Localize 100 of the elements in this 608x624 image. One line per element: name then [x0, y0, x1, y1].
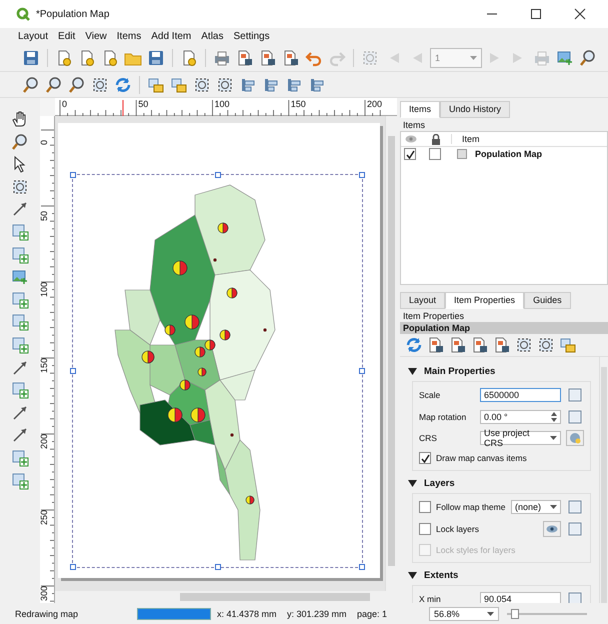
add-arrow-icon[interactable] — [11, 404, 29, 422]
resize-handle[interactable] — [214, 172, 220, 178]
panel-tab[interactable]: Guides — [524, 292, 571, 309]
data-defined-icon[interactable] — [566, 520, 584, 538]
export-icon[interactable] — [493, 336, 511, 354]
atlas-settings-icon[interactable] — [579, 48, 597, 66]
refresh-icon[interactable] — [405, 336, 423, 354]
export-atlas-icon[interactable] — [556, 48, 574, 66]
eye-icon — [546, 525, 558, 533]
lock-checkbox[interactable] — [429, 148, 441, 160]
group-icon[interactable] — [193, 76, 211, 94]
zoom-slider[interactable] — [507, 608, 587, 620]
checkbox[interactable] — [419, 523, 431, 535]
add-node-icon[interactable] — [11, 426, 29, 444]
theme-dropdown[interactable]: (none) — [511, 500, 561, 514]
zoom-full-icon[interactable] — [91, 76, 109, 94]
view-extent-icon[interactable] — [537, 336, 555, 354]
panel-tab[interactable]: Layout — [400, 292, 446, 309]
resize-handle[interactable] — [70, 172, 76, 178]
section-title[interactable]: Layers — [424, 478, 455, 488]
spin-box[interactable]: 0.00 ° — [480, 410, 561, 424]
zoom-out-icon[interactable] — [45, 76, 63, 94]
zoom-icon[interactable] — [11, 132, 29, 151]
resize-handle[interactable] — [70, 368, 76, 374]
section-title[interactable]: Extents — [424, 570, 458, 580]
slider-thumb[interactable] — [510, 608, 519, 618]
menu-item[interactable]: Items — [116, 30, 142, 42]
field-label: X min — [419, 594, 442, 603]
menu-item[interactable]: Layout — [18, 30, 48, 42]
save-as-template-icon[interactable] — [147, 48, 165, 66]
add-3d-map-icon[interactable] — [11, 246, 29, 264]
collapse-arrow-icon[interactable] — [408, 572, 417, 578]
checkbox-label[interactable]: Lock layers — [436, 524, 538, 534]
save-icon[interactable] — [22, 48, 40, 66]
globe-icon — [569, 432, 581, 444]
export-icon[interactable] — [427, 336, 445, 354]
data-defined-icon[interactable] — [566, 498, 584, 516]
item-name[interactable]: Population Map — [475, 149, 542, 159]
add-map-icon[interactable] — [11, 222, 29, 241]
printer-icon[interactable] — [213, 48, 231, 66]
menu-item[interactable]: Atlas — [201, 30, 224, 42]
zoom-in-icon[interactable] — [22, 76, 40, 94]
panel-tab[interactable]: Undo History — [440, 101, 510, 118]
window-title: *Population Map — [36, 8, 110, 20]
refresh-icon[interactable] — [114, 76, 132, 94]
export-icon[interactable] — [449, 336, 467, 354]
add-scalebar-icon[interactable] — [11, 336, 29, 354]
resize-handle[interactable] — [359, 368, 365, 374]
add-label-icon[interactable] — [11, 290, 29, 309]
export-image-icon[interactable] — [236, 48, 254, 66]
menu-item[interactable]: Edit — [58, 30, 76, 42]
maximize-icon[interactable] — [530, 8, 542, 20]
input-field[interactable]: 90.054 — [480, 592, 561, 603]
layer-visibility-button[interactable] — [543, 521, 561, 537]
add-legend-icon[interactable] — [11, 313, 29, 332]
zoom-dropdown[interactable]: 56.8% — [429, 606, 499, 620]
checkbox[interactable] — [419, 501, 431, 513]
ungroup-icon[interactable] — [216, 76, 234, 94]
panel-tab[interactable]: Items — [400, 101, 440, 118]
spin-arrows-icon[interactable] — [551, 412, 557, 422]
checkbox-label[interactable]: Draw map canvas items — [436, 453, 584, 463]
zoom-actual-icon[interactable] — [68, 76, 86, 94]
section-title[interactable]: Main Properties — [424, 366, 496, 376]
visibility-checkbox[interactable] — [404, 148, 416, 160]
export-pdf-icon[interactable] — [282, 48, 300, 66]
panel-tab[interactable]: Item Properties — [445, 292, 524, 309]
menu-item[interactable]: View — [85, 30, 107, 42]
collapse-arrow-icon[interactable] — [408, 368, 417, 374]
resize-handle[interactable] — [214, 564, 220, 570]
column-header[interactable]: Item — [451, 134, 480, 144]
menu-item[interactable]: Add Item — [151, 30, 192, 42]
input-field[interactable]: 6500000 — [480, 388, 561, 402]
checkbox[interactable] — [419, 452, 431, 464]
panel-title: Items — [403, 120, 426, 130]
checkbox-label[interactable]: Follow map theme — [436, 502, 506, 512]
add-picture-icon[interactable] — [11, 268, 29, 286]
close-icon[interactable] — [574, 8, 586, 20]
map-frame[interactable] — [73, 175, 362, 567]
data-defined-icon[interactable] — [566, 408, 584, 426]
move-content-icon[interactable] — [11, 178, 29, 196]
add-table-icon[interactable] — [11, 472, 29, 490]
vertical-scrollbar[interactable] — [385, 116, 397, 591]
resize-handle[interactable] — [359, 564, 365, 570]
add-shape-icon[interactable] — [11, 381, 29, 400]
data-defined-icon[interactable] — [566, 590, 584, 603]
add-html-icon[interactable] — [11, 448, 29, 467]
export-svg-icon[interactable] — [259, 48, 277, 66]
export-icon[interactable] — [471, 336, 489, 354]
item-header: Population Map — [400, 322, 608, 334]
collapse-arrow-icon[interactable] — [408, 480, 417, 486]
resize-handle[interactable] — [70, 564, 76, 570]
resize-handle[interactable] — [359, 172, 365, 178]
add-north-arrow-icon[interactable] — [11, 358, 29, 377]
vertical-scrollbar[interactable] — [599, 357, 608, 603]
menu-item[interactable]: Settings — [233, 30, 270, 42]
view-extent-icon[interactable] — [515, 336, 533, 354]
ruler-label: 100 — [40, 282, 49, 297]
edit-nodes-icon[interactable] — [11, 200, 29, 218]
crs-dropdown[interactable]: Use project CRS — [480, 431, 561, 445]
data-defined-icon[interactable] — [566, 386, 584, 404]
